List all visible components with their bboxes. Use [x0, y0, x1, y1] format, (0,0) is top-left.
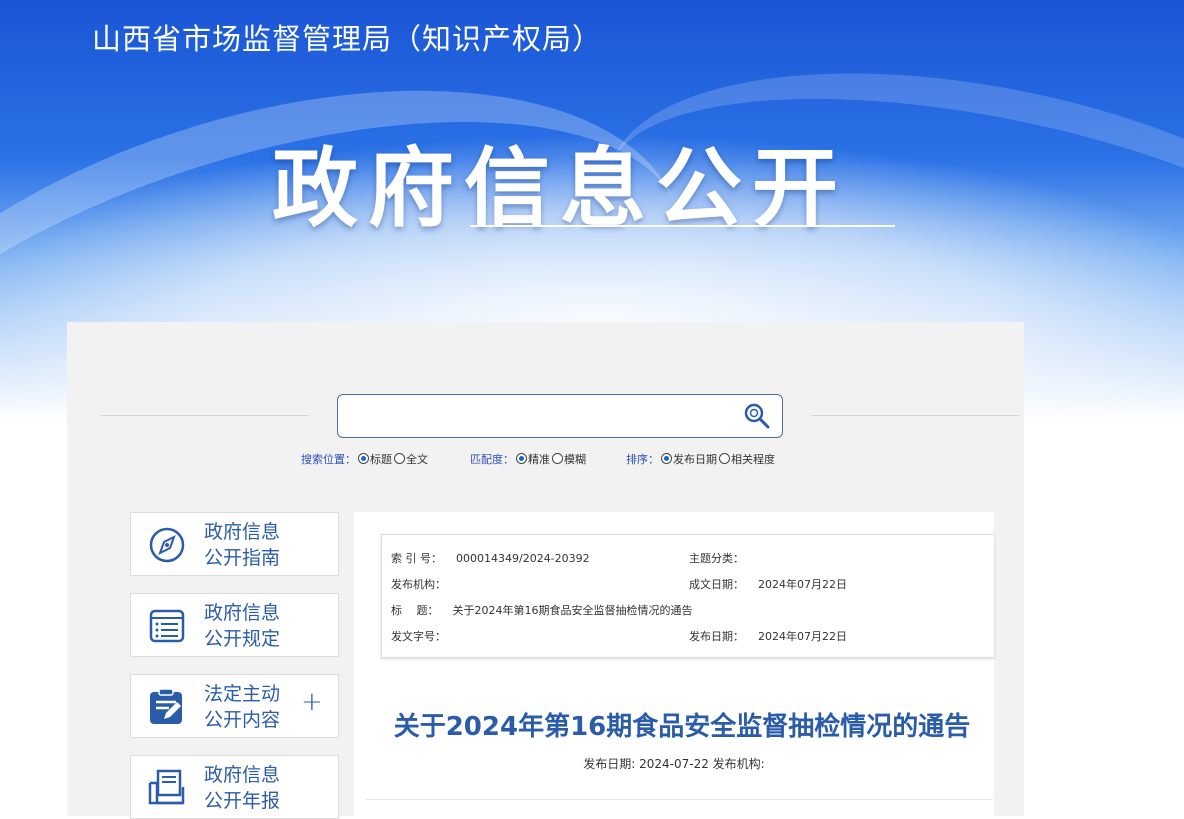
- sidebar-item-label: 公开内容: [204, 709, 281, 731]
- radio-sort-relevance-label: 相关程度: [731, 453, 775, 466]
- sidebar-item-label: 公开规定: [204, 628, 281, 650]
- search-options: 搜索位置： 标题 全文 匹配度： 精准 模糊 排序： 发布日期 相关程度: [0, 451, 1184, 469]
- sidebar-item-label: 公开指南: [204, 547, 281, 569]
- radio-exact-label: 精准: [528, 453, 550, 466]
- sidebar-item-label: 政府信息: [204, 602, 281, 624]
- sidebar-item-rules[interactable]: 政府信息 公开规定: [130, 593, 339, 657]
- sidebar-item-guide[interactable]: 政府信息 公开指南: [130, 512, 339, 576]
- article-title: 关于2024年第16期食品安全监督抽检情况的通告: [393, 712, 971, 742]
- meta-title-value: 关于2024年第16期食品安全监督抽检情况的通告: [452, 604, 693, 617]
- radio-fuzzy[interactable]: [552, 453, 563, 464]
- radio-sort-relevance[interactable]: [719, 453, 730, 464]
- radio-title[interactable]: [358, 453, 369, 464]
- sidebar-item-label: 政府信息: [204, 521, 281, 543]
- radio-sort-date[interactable]: [661, 453, 672, 464]
- article-divider: [366, 799, 993, 800]
- document-list-icon: [149, 609, 185, 643]
- search-icon[interactable]: [742, 401, 772, 431]
- compass-icon: [149, 527, 185, 563]
- expand-plus-icon[interactable]: +: [301, 687, 323, 717]
- radio-title-label: 标题: [370, 453, 392, 466]
- radio-fulltext-label: 全文: [406, 453, 428, 466]
- meta-org-label: 发布机构：: [391, 578, 446, 591]
- agency-name[interactable]: 山西省市场监督管理局（知识产权局）: [92, 16, 602, 58]
- sidebar-item-statutory[interactable]: 法定主动公开内容 +: [130, 674, 339, 738]
- search-divider-left: [101, 415, 309, 416]
- radio-fulltext[interactable]: [394, 453, 405, 464]
- radio-sort-date-label: 发布日期: [673, 453, 717, 466]
- match-label: 匹配度：: [470, 453, 514, 466]
- radio-fuzzy-label: 模糊: [564, 453, 586, 466]
- sidebar-item-annual-report[interactable]: 政府信息 公开年报: [130, 755, 339, 819]
- sidebar-item-label: 法定主动: [204, 683, 281, 705]
- radio-exact[interactable]: [516, 453, 527, 464]
- search-position-label: 搜索位置：: [301, 453, 356, 466]
- search-input[interactable]: [346, 401, 730, 431]
- clipboard-edit-icon: [150, 688, 182, 724]
- meta-title-label: 标 题：: [391, 604, 439, 617]
- search-divider-right: [811, 415, 1019, 416]
- sidebar-item-label: 公开年报: [204, 790, 281, 812]
- search-box: [337, 394, 783, 438]
- meta-created-label: 成文日期：: [689, 578, 744, 591]
- meta-topic-label: 主题分类：: [689, 552, 744, 565]
- folder-document-icon: [148, 769, 185, 805]
- meta-index-value: 000014349/2024-20392: [456, 552, 590, 565]
- meta-published-value: 2024年07月22日: [758, 630, 847, 643]
- meta-published-label: 发布日期：: [689, 630, 744, 643]
- article-publish-info: 发布日期: 2024-07-22 发布机构:: [583, 757, 765, 771]
- sidebar-item-label: 政府信息: [204, 764, 281, 786]
- meta-created-value: 2024年07月22日: [758, 578, 847, 591]
- meta-index-label: 索 引 号：: [391, 552, 442, 565]
- title-underline: [470, 225, 895, 227]
- meta-docno-label: 发文字号：: [391, 630, 446, 643]
- sort-label: 排序：: [626, 453, 659, 466]
